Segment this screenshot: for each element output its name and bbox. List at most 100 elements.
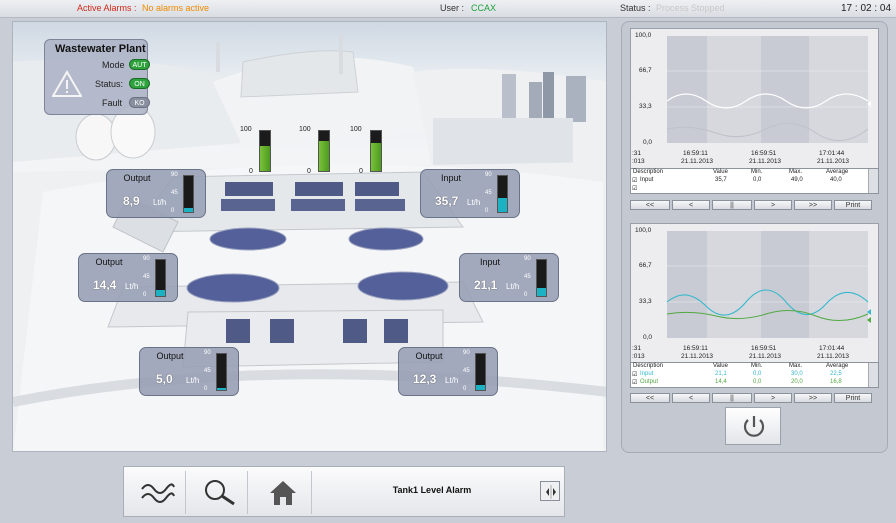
col-description: Description [633,363,664,369]
tank3-fill [371,143,381,171]
flow-bar-fill [537,287,546,296]
flow-scale-mid: 45 [524,274,531,280]
flow-title: Output [123,173,151,183]
flow-meter-output-3[interactable]: Output 5,0 Lt/h 90 45 0 [139,347,239,396]
alarm-scroll-arrows-icon [546,485,556,499]
trend2-pause-button[interactable]: || [712,393,752,403]
trend1-x-1: 16:59:11 [683,150,708,157]
col-average: Average [826,169,849,175]
trend1-prev-button[interactable]: < [672,200,710,210]
col-max: Max. [789,169,803,175]
trend2-prev-button[interactable]: < [672,393,710,403]
plant-title: Wastewater Plant [55,43,146,55]
trend1-last-button[interactable]: >> [794,200,832,210]
flow-scale-max: 90 [524,256,531,262]
trend2-table[interactable]: Description Value Min. Max. Average ☑ In… [630,362,879,388]
table-scrollbar[interactable] [868,363,878,387]
row-checkbox[interactable]: ☑ [632,177,637,184]
process-status-value: Process Stopped [656,3,725,13]
col-value: Value [713,169,728,175]
flow-bar [497,175,508,213]
alarm-scroller[interactable] [540,481,560,501]
flow-unit: Lt/h [467,198,481,207]
table-row[interactable]: ☑ Input 21,1 0,0 30,0 22,5 [631,371,866,379]
row-average: 22,5 [830,371,842,377]
flow-scale-min: 0 [463,386,467,392]
trend1-pause-button[interactable]: || [712,200,752,210]
flow-title: Input [440,173,462,183]
flow-scale-min: 0 [171,208,175,214]
mode-indicator[interactable]: AUT [129,59,150,70]
row-average: 40,0 [830,177,842,183]
table-scrollbar[interactable] [868,169,878,193]
flow-scale-max: 90 [463,350,470,356]
trend2-print-button[interactable]: Print [834,393,872,403]
table-row[interactable]: ☑ [631,185,866,193]
flow-scale-mid: 45 [463,368,470,374]
flow-meter-output-1[interactable]: Output 8,9 Lt/h 90 45 0 [106,169,206,218]
fault-label: Fault [102,98,123,108]
flow-unit: Lt/h [445,376,459,385]
trend1-table[interactable]: Description Value Min. Max. Average ☑ In… [630,168,879,194]
flow-scale-min: 0 [485,208,489,214]
trend1-first-button[interactable]: << [630,200,670,210]
row-checkbox[interactable]: ☑ [632,185,637,192]
clock: 17 : 02 : 04 [841,3,892,14]
table-row[interactable]: ☑ Input 35,7 0,0 49,0 40,0 [631,177,866,185]
status-label: Status: [95,79,124,89]
trend1-x-2: 16:59:51 [751,150,777,157]
power-icon [743,416,765,437]
trend2-next-button[interactable]: > [754,393,792,403]
trend1-print-button[interactable]: Print [834,200,872,210]
bottom-nav-bar: Tank1 Level Alarm [123,466,565,517]
flow-unit: Lt/h [125,282,139,291]
trend-icon [141,483,175,503]
trend2-d-2: 21.11.2013 [749,353,782,360]
user-value: CCAX [471,3,497,13]
trend1-x-0: :31 [632,150,642,157]
trend1-y-66: 66,7 [639,67,652,74]
flow-meter-output-4[interactable]: Output 12,3 Lt/h 90 45 0 [398,347,498,396]
row-description: Input [640,371,654,377]
flow-meter-output-2[interactable]: Output 14,4 Lt/h 90 45 0 [78,253,178,302]
flow-bar-fill [498,197,507,212]
row-description: Input [640,177,654,183]
trend1-d-0: :013 [632,158,645,165]
power-button[interactable] [725,407,781,445]
flow-meter-input-1[interactable]: Input 35,7 Lt/h 90 45 0 [420,169,520,218]
status-indicator[interactable]: ON [129,78,150,89]
flow-bar-fill [184,208,193,212]
row-max: 30,0 [791,371,803,377]
trend2-first-button[interactable]: << [630,393,670,403]
table-row[interactable]: ☑ Output 14,4 0,0 20,0 16,8 [631,379,866,387]
trend-button[interactable] [128,471,186,514]
tank3-scale-bottom: 0 [359,168,363,175]
row-checkbox[interactable]: ☑ [632,379,637,386]
flow-unit: Lt/h [153,198,167,207]
trend-chart-1[interactable]: 100,0 66,7 33,3 0,0 :31 16:59:11 16:59:5… [630,28,879,172]
trend2-x-1: 16:59:11 [683,345,708,352]
flow-unit: Lt/h [186,376,200,385]
row-checkbox[interactable]: ☑ [632,371,637,378]
trend2-d-3: 21.11.2013 [817,353,850,360]
col-min: Min. [751,363,763,369]
col-min: Min. [751,169,763,175]
search-button[interactable] [190,471,248,514]
flow-title: Output [95,257,123,267]
trend1-next-button[interactable]: > [754,200,792,210]
flow-scale-min: 0 [204,386,208,392]
tank1-level [259,130,271,172]
trend-chart-2[interactable]: 100,0 66,7 33,3 0,0 :31 16:59:11 16:59:5… [630,223,879,367]
col-value: Value [713,363,728,369]
flow-title: Output [156,351,184,361]
flow-scale-mid: 45 [485,190,492,196]
home-button[interactable] [254,471,312,514]
flow-value: 5,0 [156,372,173,386]
plant-info-panel[interactable]: Wastewater Plant Mode AUT Status: ON Fau… [44,39,150,115]
flow-scale-mid: 45 [171,190,178,196]
fault-indicator[interactable]: KO [129,97,150,108]
tank1-scale-top: 100 [240,126,252,133]
flow-meter-input-2[interactable]: Input 21,1 Lt/h 90 45 0 [459,253,559,302]
trend2-last-button[interactable]: >> [794,393,832,403]
row-min: 0,0 [753,379,762,385]
